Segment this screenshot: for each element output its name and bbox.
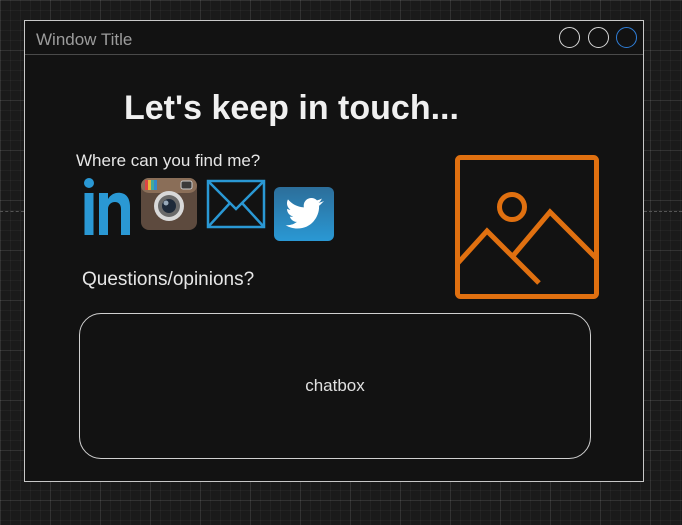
- window-control-button-1[interactable]: [559, 27, 580, 48]
- mail-icon[interactable]: [206, 177, 266, 231]
- find-me-label: Where can you find me?: [76, 151, 261, 170]
- window-control-button-3[interactable]: [616, 27, 637, 48]
- guide-line-left: [0, 211, 24, 212]
- guide-line-right: [644, 211, 682, 212]
- chatbox[interactable]: chatbox: [79, 313, 591, 459]
- instagram-icon[interactable]: [140, 177, 198, 231]
- questions-label: Questions/opinions?: [82, 269, 255, 290]
- title-bar: Window Title: [25, 21, 643, 55]
- window-control-button-2[interactable]: [588, 27, 609, 48]
- chatbox-label: chatbox: [305, 376, 365, 395]
- window-title: Window Title: [36, 30, 133, 49]
- window: Window Title Let's keep in touch... Wher…: [24, 20, 644, 482]
- twitter-icon[interactable]: [274, 187, 334, 241]
- linkedin-icon[interactable]: [83, 177, 131, 235]
- page-heading: Let's keep in touch...: [124, 89, 459, 127]
- image-placeholder-icon: [455, 155, 599, 299]
